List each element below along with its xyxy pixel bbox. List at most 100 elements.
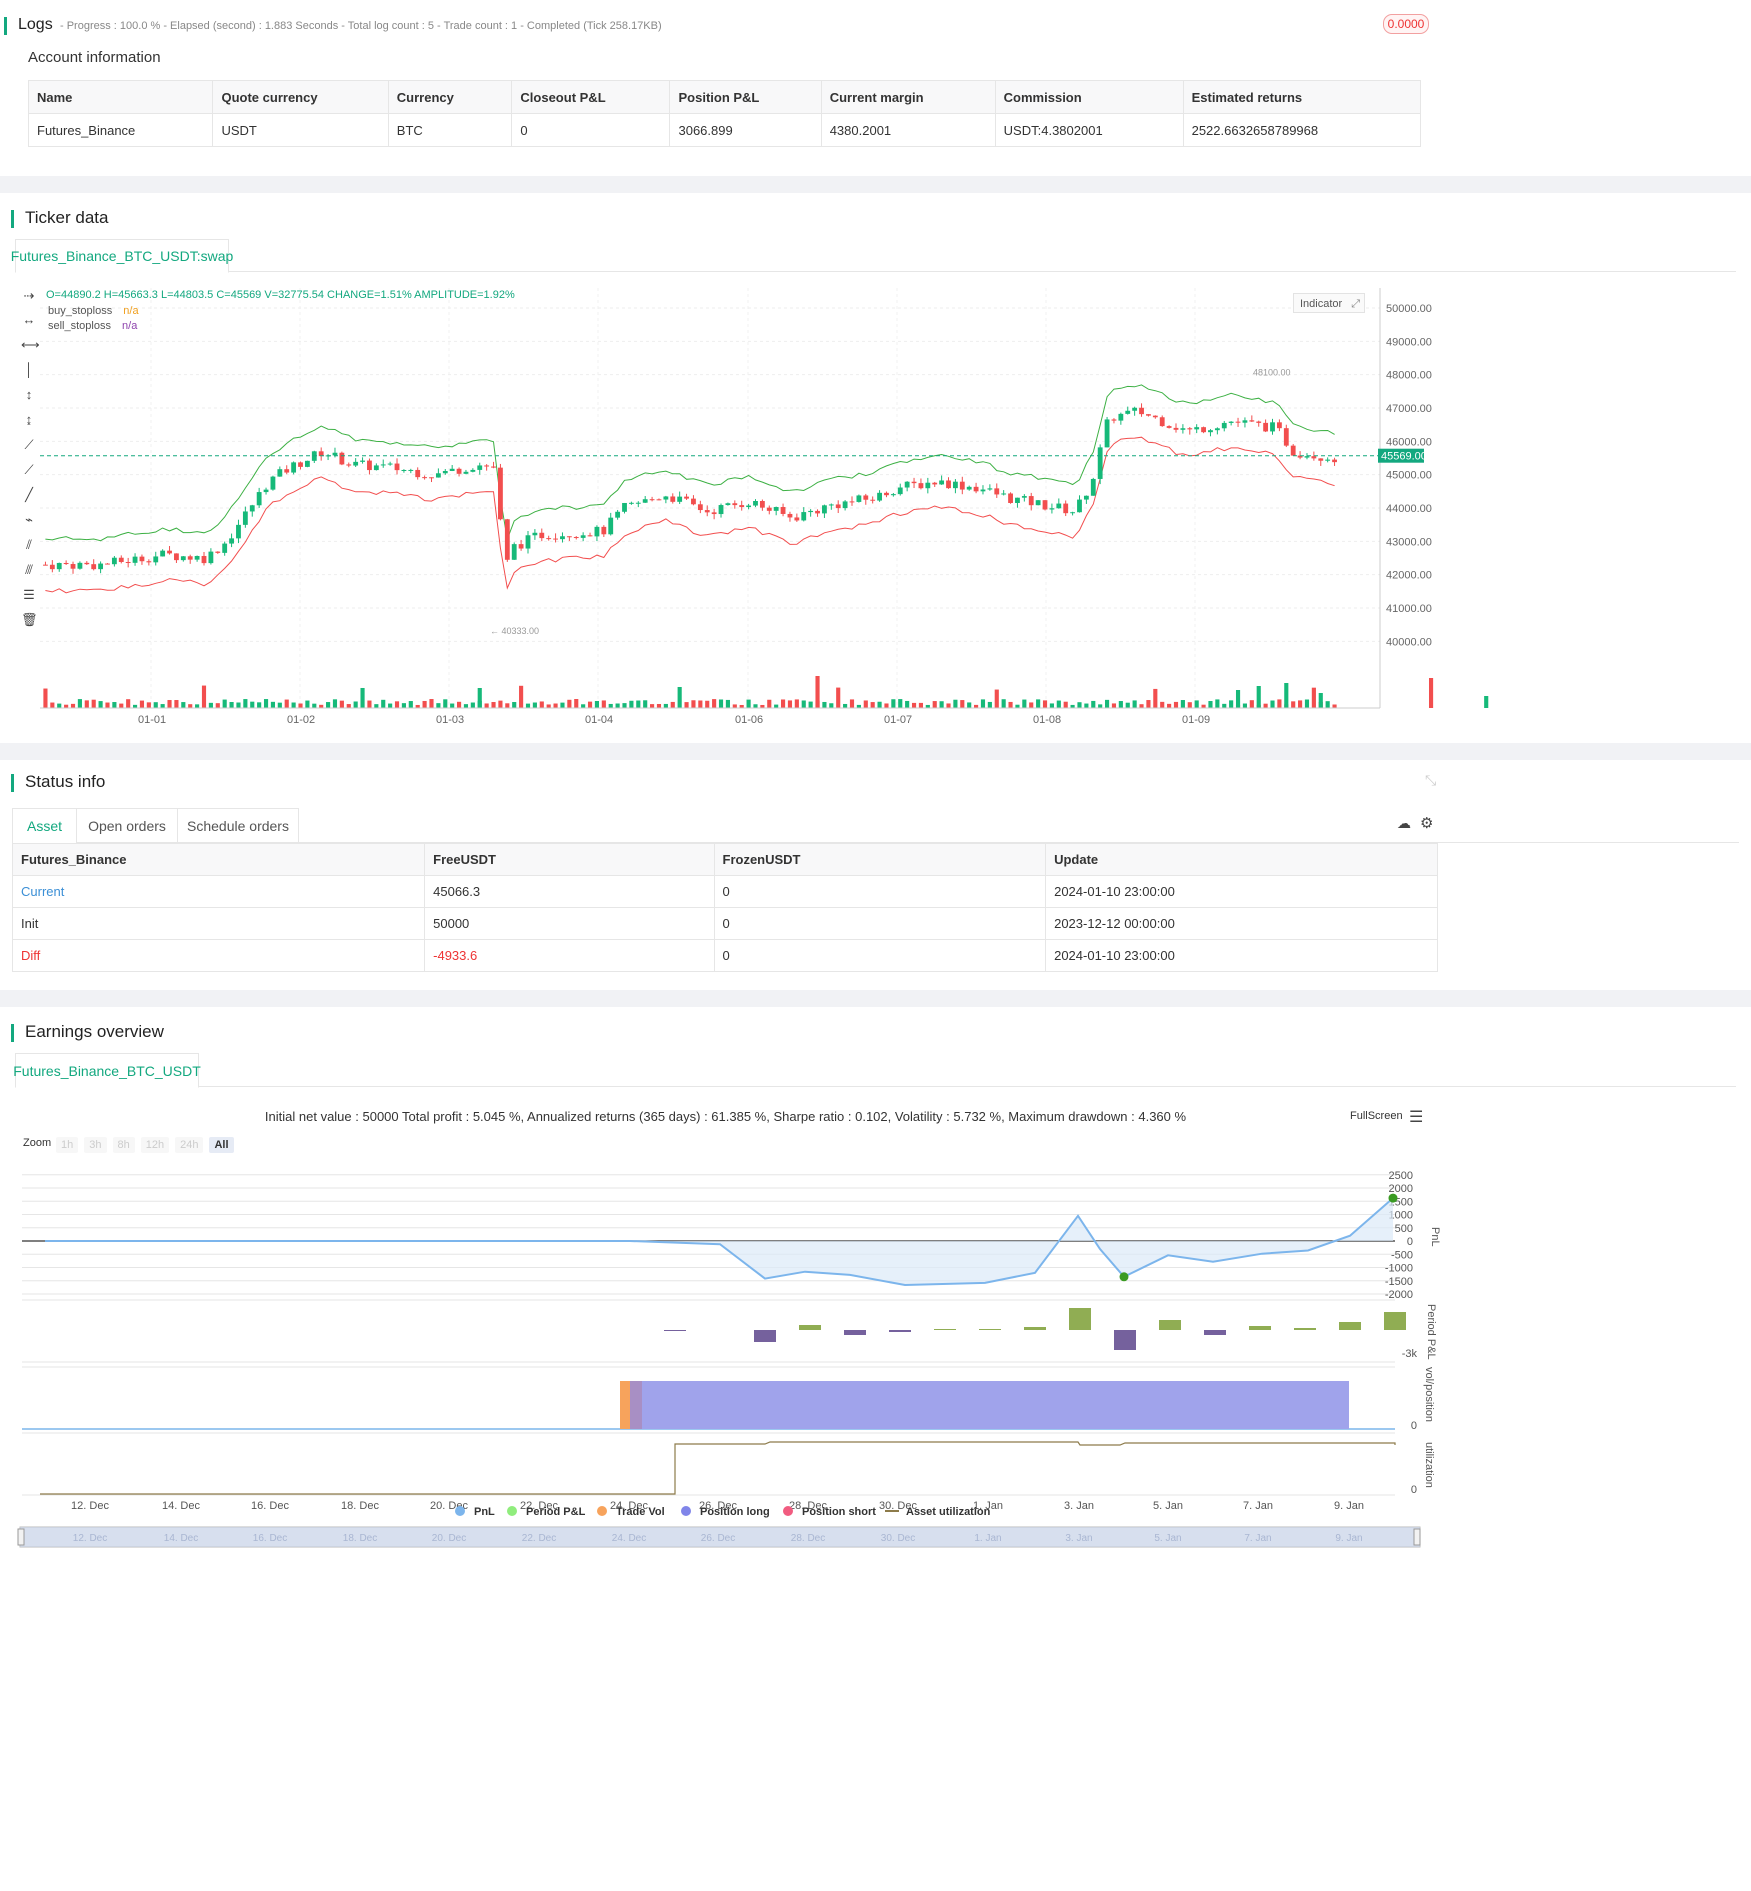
zoom-buttons: 1h 3h 8h 12h 24h All [56, 1135, 240, 1153]
volume-bar [1332, 704, 1337, 708]
candle-body [1276, 422, 1282, 429]
volume-bar [815, 676, 820, 708]
candle-body [408, 469, 414, 471]
asset-header-0: Futures_Binance [11, 843, 426, 876]
ticker-panel: Ticker data Futures_Binance_BTC_USDT:swa… [0, 193, 1751, 743]
zoom-3h-button[interactable]: 3h [84, 1137, 107, 1153]
volume-bar [712, 699, 717, 708]
candle-body [518, 544, 524, 549]
volume-bar [470, 702, 475, 708]
pnl-tick: 500 [1395, 1223, 1413, 1235]
candle-body [380, 464, 386, 466]
candle-body [1159, 417, 1165, 427]
earnings-chart[interactable]: 25002000150010005000-500-1000-1500-2000P… [0, 1157, 1451, 1877]
date-tick: 01-02 [287, 714, 315, 726]
volume-bar [1125, 702, 1130, 708]
candle-body [573, 537, 579, 539]
volume-bar [891, 699, 896, 708]
zoom-8h-button[interactable]: 8h [112, 1137, 135, 1153]
zoom-1h-button[interactable]: 1h [56, 1137, 79, 1153]
navigator-date-tick: 20. Dec [432, 1533, 466, 1544]
utilization-line [40, 1441, 1396, 1495]
date-tick: 01-06 [735, 714, 763, 726]
volume-bar [960, 700, 965, 708]
volume-bar [1325, 701, 1330, 708]
candle-body [1228, 421, 1234, 423]
tab-schedule-orders[interactable]: Schedule orders [177, 808, 299, 843]
expand-icon[interactable]: ⤢ [1351, 294, 1360, 314]
vol-axis-label: vol/position [1423, 1367, 1435, 1422]
period-axis-label: Period P&L [1425, 1304, 1437, 1360]
candle-body [615, 511, 621, 518]
settings-gear-icon[interactable]: ⚙ [1420, 814, 1433, 832]
account-cell-3: 0 [511, 113, 671, 147]
earnings-symbol-tab[interactable]: Futures_Binance_BTC_USDT [13, 1053, 201, 1088]
account-cell-4: 3066.899 [669, 113, 822, 147]
fullscreen-button[interactable]: FullScreen [1350, 1110, 1403, 1122]
candle-body [477, 465, 483, 470]
volume-bar [436, 703, 441, 708]
zoom-24h-button[interactable]: 24h [175, 1137, 204, 1153]
candle-body [1132, 407, 1138, 411]
menu-icon[interactable]: ☰ [1409, 1107, 1423, 1127]
volume-bar [215, 703, 220, 708]
volume-bar [374, 704, 379, 708]
legend-item-pnl[interactable]: PnL [455, 1506, 495, 1518]
volume-bar [622, 703, 627, 708]
candle-body [560, 536, 565, 540]
candle-body [449, 468, 455, 471]
candle-body [980, 489, 986, 492]
legend-item-period-p-l[interactable]: Period P&L [507, 1506, 586, 1518]
volume-bar [1270, 700, 1275, 708]
volume-bar [188, 704, 193, 708]
account-header-7: Estimated returns [1182, 80, 1422, 114]
volume-bar [463, 704, 469, 708]
candle-body [1021, 496, 1027, 498]
volume-bar [305, 700, 310, 708]
legend-buy-stoploss: buy_stoploss n/a [48, 305, 139, 317]
period-pnl-bar [1294, 1328, 1316, 1330]
candle-body [601, 526, 607, 535]
legend-item-trade-vol[interactable]: Trade Vol [597, 1506, 665, 1518]
asset-table: Futures_Binance FreeUSDT FrozenUSDT Update … [11, 843, 1438, 972]
volume-bar [691, 700, 696, 708]
cloud-download-icon[interactable]: ☁ [1397, 815, 1411, 832]
volume-bar [725, 699, 730, 708]
zoom-12h-button[interactable]: 12h [140, 1137, 170, 1153]
navigator-left-handle[interactable] [17, 1528, 25, 1546]
price-tick: 50000.00 [1386, 303, 1432, 315]
navigator-right-handle[interactable] [1413, 1528, 1421, 1546]
volume-bar [1215, 699, 1220, 708]
legend-item-position-long[interactable]: Position long [681, 1506, 770, 1518]
candle-body [422, 477, 428, 479]
account-header-1: Quote currency [212, 80, 389, 114]
tab-asset[interactable]: Asset [12, 808, 77, 844]
asset-header-2: FrozenUSDT [713, 843, 1047, 876]
volume-bar [505, 703, 510, 708]
period-pnl-bar [1114, 1330, 1136, 1350]
earnings-title: Earnings overview [11, 1022, 164, 1042]
candlestick-chart[interactable]: 50000.00 49000.00 48000.00 47000.00 46000.00… [0, 278, 1751, 738]
logs-badge[interactable]: 0.0000 [1383, 14, 1429, 34]
earnings-date-tick: 7. Jan [1243, 1500, 1273, 1512]
tab-open-orders[interactable]: Open orders [76, 808, 178, 843]
candle-body [56, 562, 62, 570]
legend-buy-stoploss-value: n/a [123, 305, 139, 317]
zoom-All-button[interactable]: All [209, 1137, 234, 1153]
candle-body [208, 551, 214, 564]
candle-body [766, 507, 772, 511]
navigator-date-tick: 1. Jan [974, 1533, 1001, 1544]
price-tick: 41000.00 [1386, 603, 1432, 615]
volume-bar [298, 703, 303, 708]
volume-bar [670, 701, 675, 708]
collapse-icon[interactable]: ⤡ [1425, 772, 1436, 789]
price-tick: 44000.00 [1386, 503, 1432, 515]
volume-bar [146, 702, 151, 708]
candle-body [1008, 493, 1013, 503]
asset-header-3: Update [1045, 843, 1438, 876]
indicator-button[interactable]: Indicator ⤢ [1293, 293, 1365, 313]
candle-body [1063, 503, 1069, 514]
ticker-symbol-tab[interactable]: Futures_Binance_BTC_USDT:swap [11, 239, 233, 273]
volume-bar [1173, 701, 1179, 708]
volume-bar [263, 699, 269, 708]
